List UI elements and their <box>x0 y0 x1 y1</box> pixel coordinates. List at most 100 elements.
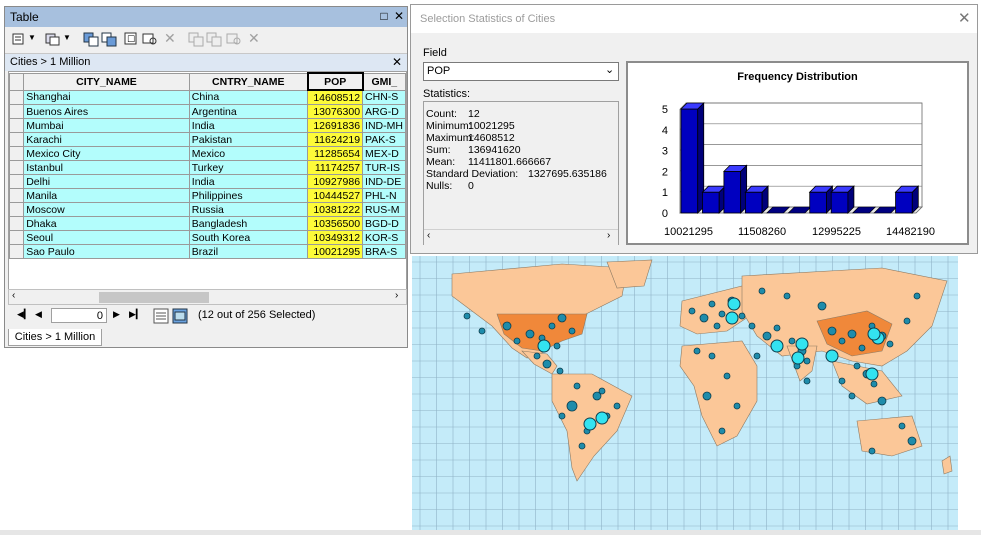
city-point[interactable] <box>568 327 576 335</box>
row-selector[interactable] <box>9 230 25 245</box>
city-point[interactable] <box>702 391 712 401</box>
table-row[interactable]: Moscow Russia 10381222 RUS-M <box>9 202 406 217</box>
world-map[interactable] <box>412 256 958 530</box>
row-selector-header[interactable] <box>9 72 25 91</box>
city-point[interactable] <box>566 400 578 412</box>
city-point[interactable] <box>723 372 731 380</box>
cell-gmi[interactable]: KOR-S <box>362 230 406 245</box>
cell-country-name[interactable]: Russia <box>188 202 309 217</box>
city-point[interactable] <box>598 387 606 395</box>
copy-icon[interactable] <box>188 31 204 47</box>
city-point[interactable] <box>699 313 709 323</box>
cell-country-name[interactable]: Philippines <box>188 188 309 203</box>
city-point[interactable] <box>525 329 535 339</box>
row-selector[interactable] <box>9 104 25 119</box>
cell-pop[interactable]: 14608512 <box>307 89 364 105</box>
table-row[interactable]: Shanghai China 14608512 CHN-S <box>9 89 406 105</box>
cell-pop[interactable]: 11624219 <box>307 132 364 147</box>
first-record-icon[interactable]: ◀▎ <box>17 309 31 320</box>
switch-selection-icon[interactable] <box>101 31 117 47</box>
city-point[interactable] <box>573 382 581 390</box>
cell-gmi[interactable]: RUS-M <box>362 202 406 217</box>
city-point[interactable] <box>758 287 766 295</box>
city-point[interactable] <box>838 377 846 385</box>
selected-city-point[interactable] <box>795 337 809 351</box>
city-point[interactable] <box>478 327 486 335</box>
show-selected-records-icon[interactable] <box>172 308 188 324</box>
cell-city-name[interactable]: Moscow <box>23 202 190 217</box>
table-row[interactable]: Karachi Pakistan 11624219 PAK-S <box>9 132 406 147</box>
city-point[interactable] <box>578 442 586 450</box>
city-point[interactable] <box>558 412 566 420</box>
city-point[interactable] <box>713 322 721 330</box>
cell-gmi[interactable]: MEX-D <box>362 146 406 161</box>
cell-gmi[interactable]: BGD-D <box>362 216 406 231</box>
cell-city-name[interactable]: Mumbai <box>23 118 190 133</box>
selected-city-point[interactable] <box>867 327 881 341</box>
selected-city-point[interactable] <box>865 367 879 381</box>
city-point[interactable] <box>762 331 772 341</box>
cell-country-name[interactable]: Argentina <box>188 104 309 119</box>
city-point[interactable] <box>773 324 781 332</box>
selected-city-point[interactable] <box>770 339 784 353</box>
city-point[interactable] <box>708 300 716 308</box>
city-point[interactable] <box>463 312 471 320</box>
cell-pop[interactable]: 10356500 <box>307 216 364 231</box>
cell-country-name[interactable]: Pakistan <box>188 132 309 147</box>
record-number-input[interactable] <box>51 308 107 323</box>
city-point[interactable] <box>708 352 716 360</box>
dialog-titlebar[interactable]: Selection Statistics of Cities ✕ <box>411 5 977 33</box>
table-row[interactable]: Dhaka Bangladesh 10356500 BGD-D <box>9 216 406 231</box>
cell-pop[interactable]: 11174257 <box>307 160 364 175</box>
cell-pop[interactable]: 11285654 <box>307 146 364 161</box>
table-row[interactable]: Istanbul Turkey 11174257 TUR-IS <box>9 160 406 175</box>
city-point[interactable] <box>847 329 857 339</box>
table-row[interactable]: Sao Paulo Brazil 10021295 BRA-S <box>9 244 406 259</box>
table-row[interactable]: Manila Philippines 10444527 PHL-N <box>9 188 406 203</box>
cell-country-name[interactable]: South Korea <box>188 230 309 245</box>
city-point[interactable] <box>718 427 726 435</box>
row-selector[interactable] <box>9 174 25 189</box>
city-point[interactable] <box>733 402 741 410</box>
row-selector[interactable] <box>9 160 25 175</box>
selected-city-point[interactable] <box>583 417 597 431</box>
cell-gmi[interactable]: PAK-S <box>362 132 406 147</box>
next-record-icon[interactable]: ▶ <box>113 309 120 320</box>
cell-pop[interactable]: 10444527 <box>307 188 364 203</box>
selected-city-point[interactable] <box>595 411 609 425</box>
chevron-down-icon[interactable]: ▼ <box>63 33 71 42</box>
table-titlebar[interactable]: Table □ ✕ <box>5 7 407 27</box>
row-selector[interactable] <box>9 216 25 231</box>
cell-gmi[interactable]: CHN-S <box>362 89 406 105</box>
city-point[interactable] <box>533 352 541 360</box>
related-tables-icon[interactable] <box>45 31 61 47</box>
close-icon[interactable]: ✕ <box>392 55 402 69</box>
delete-selected-icon[interactable]: ✕ <box>164 30 176 47</box>
city-point[interactable] <box>803 377 811 385</box>
table-row[interactable]: Mumbai India 12691836 IND-MH <box>9 118 406 133</box>
show-all-records-icon[interactable] <box>153 308 169 324</box>
city-point[interactable] <box>738 312 746 320</box>
city-point[interactable] <box>688 307 696 315</box>
cell-country-name[interactable]: Brazil <box>188 244 309 259</box>
city-point[interactable] <box>817 301 827 311</box>
layer-tab-label[interactable]: Cities > 1 Million <box>10 56 90 68</box>
cell-gmi[interactable]: BRA-S <box>362 244 406 259</box>
cell-gmi[interactable]: TUR-IS <box>362 160 406 175</box>
cell-country-name[interactable]: India <box>188 174 309 189</box>
cell-pop[interactable]: 12691836 <box>307 118 364 133</box>
clear-selection-icon[interactable]: ☐ <box>123 31 139 47</box>
field-dropdown[interactable]: POP ⌄ <box>423 62 619 81</box>
city-point[interactable] <box>870 380 878 388</box>
city-point[interactable] <box>858 344 866 352</box>
row-selector[interactable] <box>9 89 25 105</box>
city-point[interactable] <box>886 340 894 348</box>
scroll-right-icon[interactable]: › <box>395 290 398 301</box>
last-record-icon[interactable]: ▶▎ <box>129 309 143 320</box>
scroll-left-icon[interactable]: ‹ <box>427 230 430 241</box>
selected-city-point[interactable] <box>725 311 739 325</box>
close-icon[interactable]: ✕ <box>958 9 971 27</box>
city-point[interactable] <box>827 326 837 336</box>
city-point[interactable] <box>803 357 811 365</box>
city-point[interactable] <box>877 396 887 406</box>
